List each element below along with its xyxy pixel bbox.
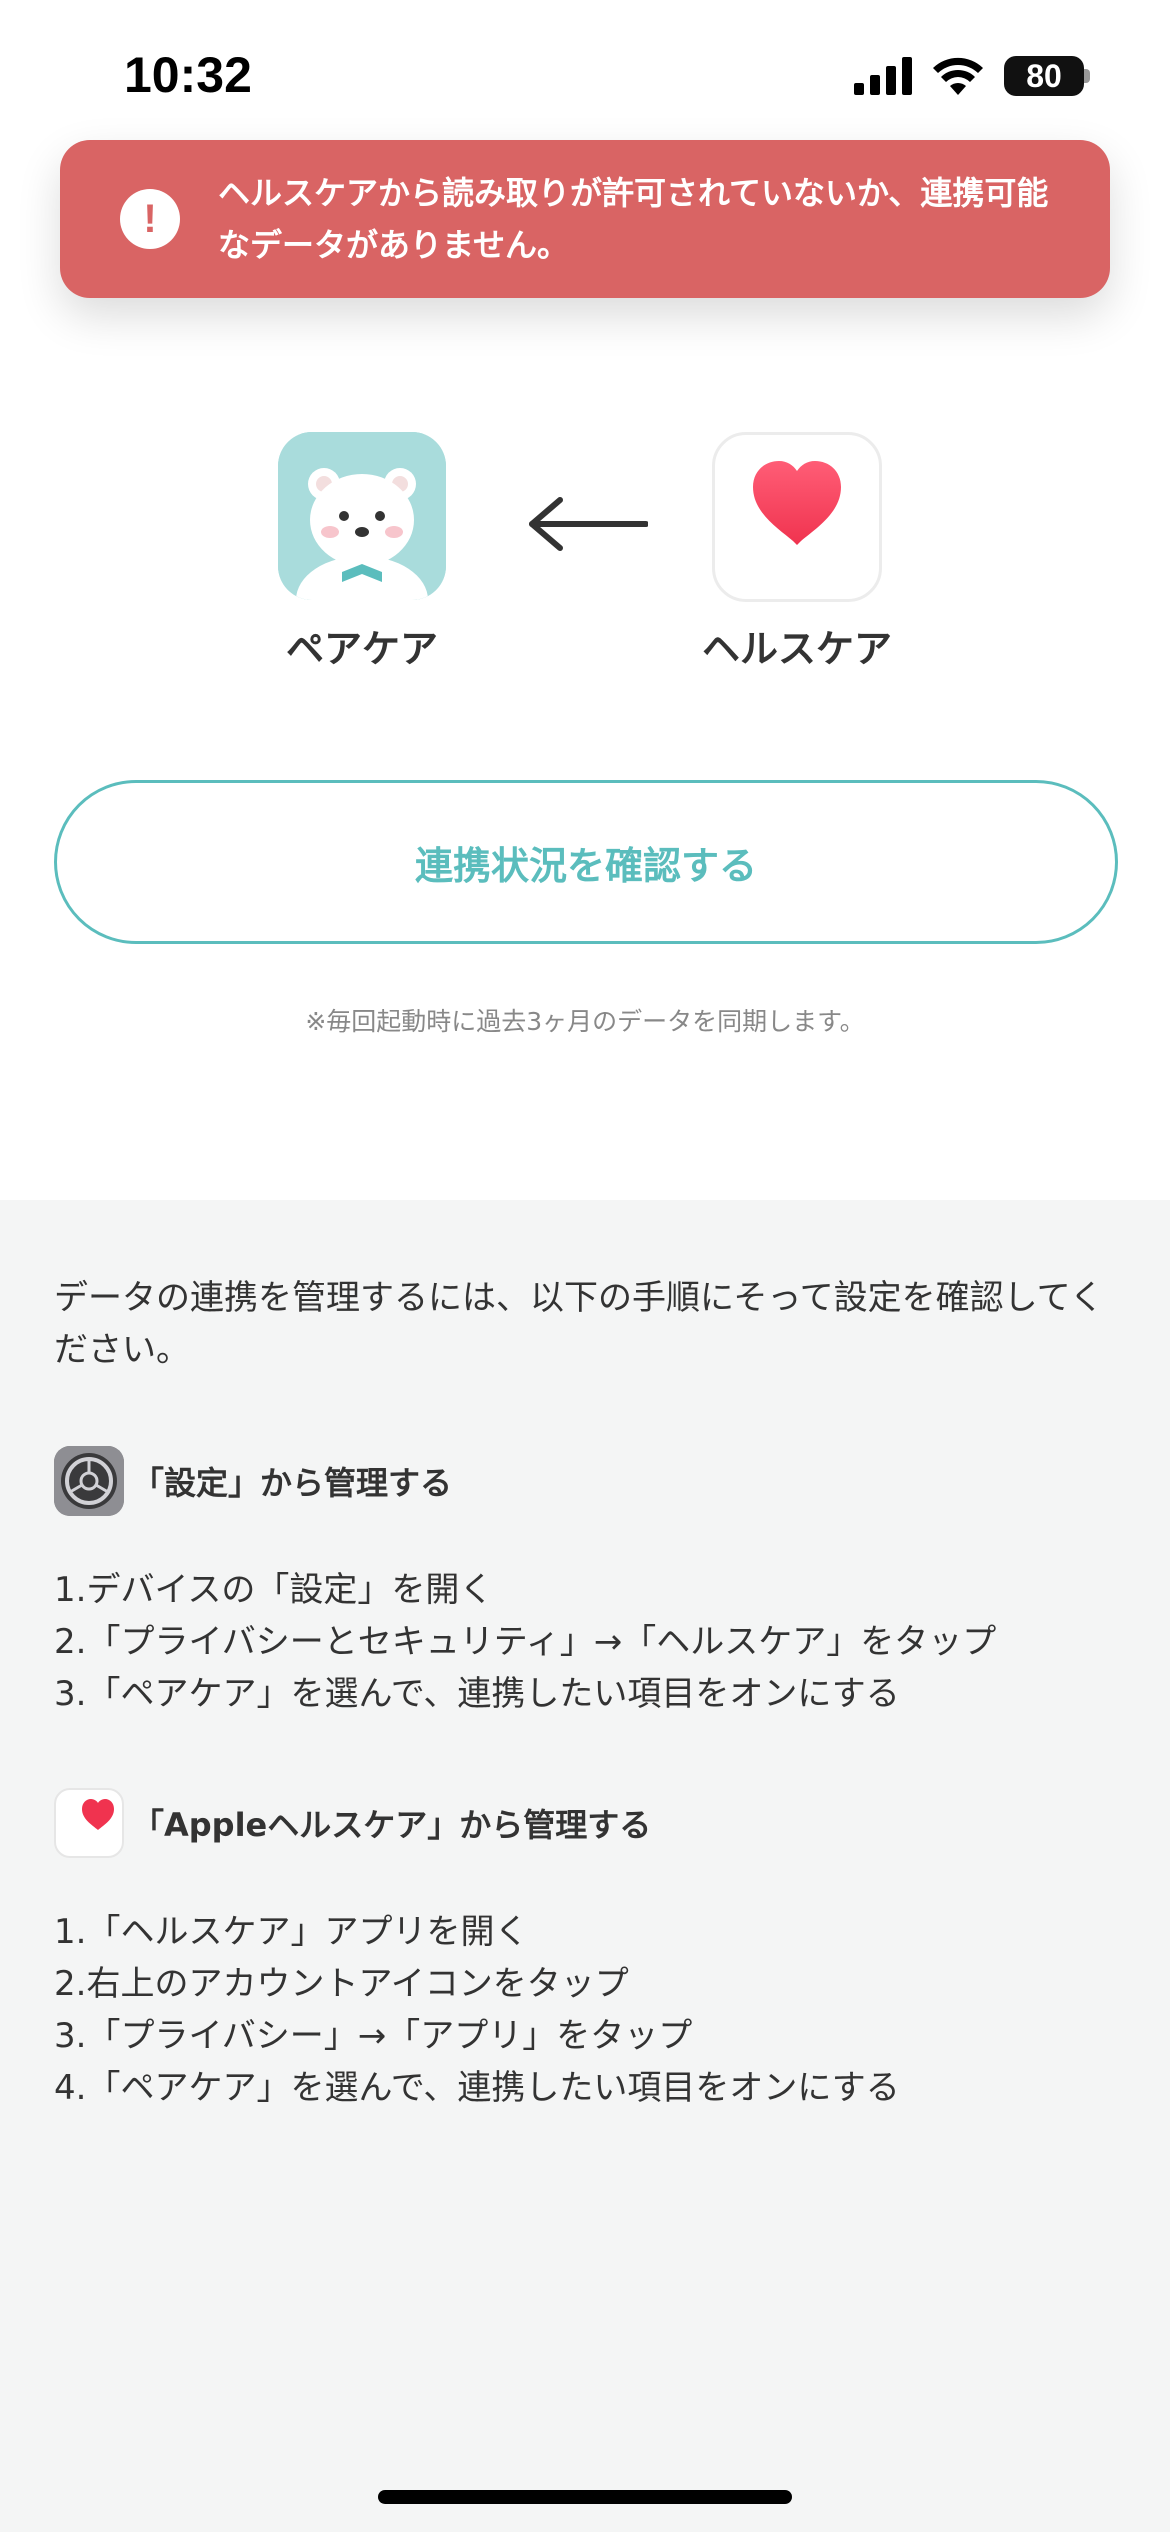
settings-section-header: 「設定」から管理する — [54, 1446, 452, 1516]
paircare-label: ペアケア — [285, 627, 438, 671]
health-section-title: 「Appleヘルスケア」から管理する — [132, 1806, 652, 1844]
list-item: 2.右上のアカウントアイコンをタップ — [54, 1964, 629, 2004]
error-toast[interactable]: ! ヘルスケアから読み取りが許可されていないか、連携可能なデータがありません。 — [60, 140, 1110, 298]
battery-nub — [1084, 69, 1090, 83]
list-item: 3.「ペアケア」を選んで、連携したい項目をオンにする — [54, 1674, 900, 1714]
status-icons: 80 — [854, 56, 1090, 96]
list-item: 1.デバイスの「設定」を開く — [54, 1570, 494, 1610]
paircare-app-icon — [278, 432, 446, 600]
battery-indicator: 80 — [1004, 56, 1084, 96]
toast-message: ヘルスケアから読み取りが許可されていないか、連携可能なデータがありません。 — [218, 174, 1049, 264]
status-bar: 10:32 80 — [0, 0, 1170, 150]
list-item: 1.「ヘルスケア」アプリを開く — [54, 1912, 529, 1952]
health-app-icon — [712, 432, 882, 602]
check-sync-status-button[interactable]: 連携状況を確認する — [54, 780, 1118, 944]
status-time: 10:32 — [124, 47, 252, 103]
list-item: 4.「ペアケア」を選んで、連携したい項目をオンにする — [54, 2068, 900, 2108]
list-item: 3.「プライバシー」→「アプリ」をタップ — [54, 2016, 693, 2056]
health-label: ヘルスケア — [701, 627, 892, 671]
wifi-icon — [933, 57, 983, 95]
sync-note: ※毎回起動時に過去3ヶ月のデータを同期します。 — [305, 1007, 865, 1036]
exclamation-icon: ! — [120, 189, 180, 249]
guide-intro: データの連携を管理するには、以下の手順にそって設定を確認してください。 — [54, 1278, 1104, 1370]
left-arrow-icon — [529, 497, 648, 551]
guide-section: データの連携を管理するには、以下の手順にそって設定を確認してください。 「設定」… — [0, 1200, 1170, 2532]
settings-gear-icon — [54, 1446, 124, 1516]
health-app-icon — [54, 1788, 124, 1858]
heart-icon — [753, 461, 841, 545]
list-item: 2.「プライバシーとセキュリティ」→「ヘルスケア」をタップ — [54, 1622, 997, 1662]
polar-bear-icon — [278, 432, 446, 600]
home-indicator[interactable] — [378, 2490, 792, 2504]
cellular-signal-icon — [854, 57, 912, 95]
settings-step-list: 1.デバイスの「設定」を開く 2.「プライバシーとセキュリティ」→「ヘルスケア」… — [54, 1564, 1134, 1720]
settings-section-title: 「設定」から管理する — [132, 1464, 453, 1502]
health-section-header: 「Appleヘルスケア」から管理する — [54, 1788, 651, 1858]
health-step-list: 1.「ヘルスケア」アプリを開く 2.右上のアカウントアイコンをタップ 3.「プラ… — [54, 1906, 1134, 2114]
